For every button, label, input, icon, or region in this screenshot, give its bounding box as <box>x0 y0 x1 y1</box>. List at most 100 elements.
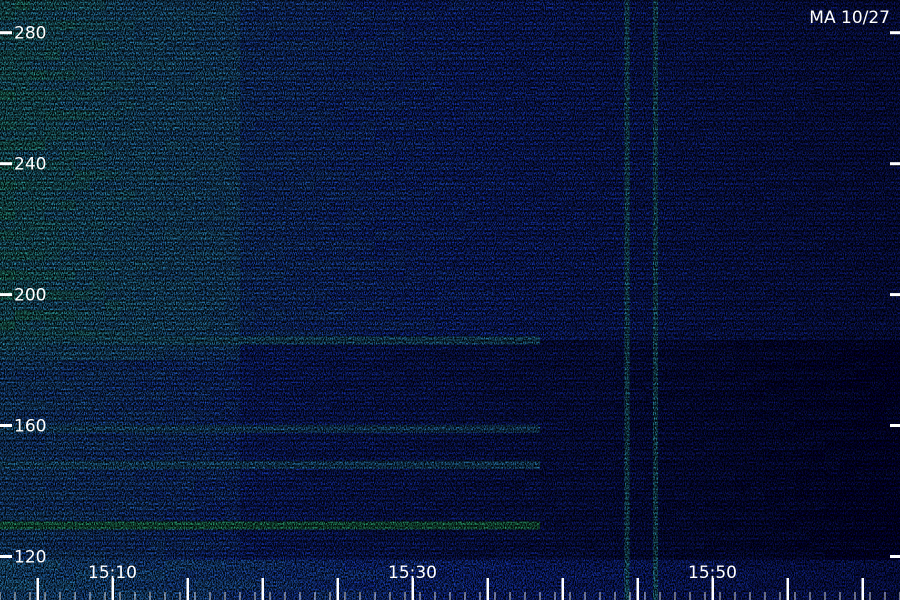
y-tick-label: 240 <box>14 155 46 175</box>
heat-cell <box>15 590 31 600</box>
heat-cell <box>525 590 541 600</box>
x-minor-tick <box>329 592 331 600</box>
x-minor-tick <box>884 592 886 600</box>
x-tick-label: 15:30 <box>388 563 437 583</box>
x-minor-tick <box>599 592 601 600</box>
heat-cell <box>840 560 856 571</box>
heat-cell <box>885 590 900 600</box>
heat-cell <box>690 590 706 600</box>
heat-cell <box>345 580 361 591</box>
heat-cell <box>450 560 466 571</box>
heat-cell <box>585 590 601 600</box>
heat-cell <box>225 590 241 600</box>
heat-cell <box>195 560 211 571</box>
x-minor-tick <box>524 592 526 600</box>
heat-cell <box>255 560 271 571</box>
heat-cell <box>150 560 166 571</box>
x-minor-tick <box>869 592 871 600</box>
y-tick-label: 280 <box>14 24 46 44</box>
x-minor-tick <box>674 592 676 600</box>
heat-cell <box>510 580 526 591</box>
heat-cell <box>735 570 751 581</box>
heat-cell <box>195 570 211 581</box>
x-minor-tick <box>689 592 691 600</box>
x-minor-tick <box>734 592 736 600</box>
heat-cell <box>735 580 751 591</box>
heat-cell <box>645 570 661 581</box>
heat-cell <box>795 570 811 581</box>
heat-cell <box>660 560 676 571</box>
heat-cell <box>315 570 331 581</box>
x-minor-tick <box>449 592 451 600</box>
heat-cell <box>240 570 256 581</box>
chart-title: MA 10/27 <box>809 8 890 28</box>
heat-cell <box>225 570 241 581</box>
x-minor-tick <box>614 592 616 600</box>
heat-cell <box>135 570 151 581</box>
heat-cell <box>315 590 331 600</box>
heat-cell <box>660 590 676 600</box>
heat-cell <box>825 570 841 581</box>
heat-cell <box>345 570 361 581</box>
heat-cell <box>765 560 781 571</box>
heat-cell <box>135 580 151 591</box>
heat-cell <box>795 560 811 571</box>
heat-cell <box>165 570 181 581</box>
x-minor-tick <box>164 592 166 600</box>
heat-cell <box>90 590 106 600</box>
heat-cell <box>300 580 316 591</box>
heat-cell <box>450 590 466 600</box>
x-minor-tick <box>209 592 211 600</box>
heat-cell <box>375 590 391 600</box>
x-minor-tick <box>764 592 766 600</box>
heat-cell <box>435 580 451 591</box>
heat-cell <box>570 580 586 591</box>
heat-cell <box>735 560 751 571</box>
heat-cell <box>285 570 301 581</box>
heat-cell <box>360 560 376 571</box>
heat-cell <box>810 590 826 600</box>
heat-cell <box>315 580 331 591</box>
x-minor-tick <box>269 592 271 600</box>
heat-cell <box>465 570 481 581</box>
heat-cell <box>60 580 76 591</box>
heat-cell <box>210 560 226 571</box>
heat-cell <box>525 560 541 571</box>
x-minor-tick <box>134 592 136 600</box>
heat-cell <box>540 590 556 600</box>
x-minor-tick <box>0 592 1 600</box>
heat-cell <box>225 580 241 591</box>
x-minor-tick <box>59 592 61 600</box>
x-minor-tick <box>239 592 241 600</box>
heat-cell <box>540 560 556 571</box>
heat-cell <box>660 580 676 591</box>
x-minor-tick <box>284 592 286 600</box>
heat-cell <box>870 590 886 600</box>
x-minor-tick <box>299 592 301 600</box>
heat-cell <box>810 570 826 581</box>
heat-cell <box>465 560 481 571</box>
x-minor-tick <box>374 592 376 600</box>
x-minor-tick <box>389 592 391 600</box>
x-minor-tick <box>404 592 406 600</box>
x-tick-label: 15:10 <box>88 563 137 583</box>
x-minor-tick <box>14 592 16 600</box>
heat-cell <box>555 560 571 571</box>
heat-cell <box>345 560 361 571</box>
x-minor-tick <box>824 592 826 600</box>
x-tick-mark <box>636 578 639 600</box>
heat-cell <box>495 590 511 600</box>
heat-cell <box>465 580 481 591</box>
y-tick-mark-right <box>890 162 900 166</box>
heat-cell <box>45 580 61 591</box>
heat-cell <box>360 590 376 600</box>
heat-cell <box>825 590 841 600</box>
heat-cell <box>870 570 886 581</box>
heat-cell <box>645 590 661 600</box>
heat-cell <box>885 570 900 581</box>
heat-cell <box>330 560 346 571</box>
heat-cell <box>225 560 241 571</box>
heat-cell <box>0 580 16 591</box>
heat-cell <box>390 590 406 600</box>
heat-cell <box>240 580 256 591</box>
